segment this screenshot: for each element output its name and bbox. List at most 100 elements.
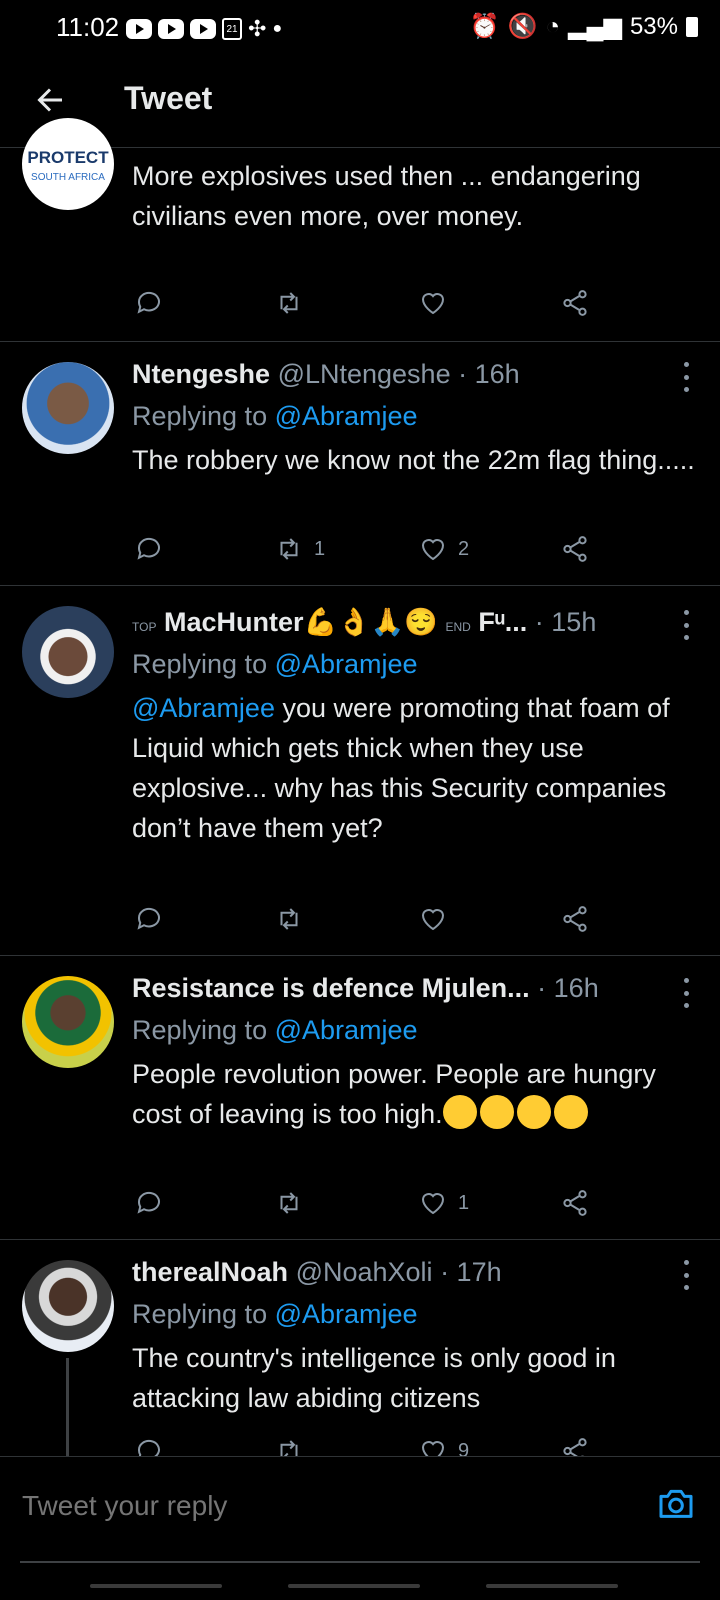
display-name-tail: Fᵘ...	[478, 607, 528, 637]
retweet-button[interactable]	[274, 1436, 304, 1456]
retweet-icon	[280, 1192, 298, 1214]
tweet-actions: 1	[132, 1188, 602, 1224]
status-bar: 11:02 21 ✣ ● ⏰ 🔇 ◔ ▂▄▆ 53%	[0, 0, 720, 56]
heart-icon	[421, 909, 445, 931]
nav-home-handle[interactable]	[288, 1584, 420, 1588]
replying-to-mention[interactable]: @Abramjee	[275, 1015, 418, 1045]
share-icon	[563, 906, 587, 932]
reply-icon	[137, 291, 160, 314]
reply-icon	[137, 1439, 160, 1456]
replying-to-mention[interactable]: @Abramjee	[275, 1299, 418, 1329]
avatar[interactable]	[22, 976, 114, 1068]
reply-button[interactable]	[134, 534, 164, 564]
like-button[interactable]: 9	[418, 1436, 469, 1456]
retweet-icon	[280, 538, 298, 560]
share-icon	[563, 536, 587, 562]
replying-to-label: Replying to	[132, 1015, 268, 1045]
like-button[interactable]	[418, 904, 448, 934]
system-icons: ⏰ 🔇 ◔ ▂▄▆ 53%	[470, 12, 698, 41]
calendar-icon: 21	[222, 18, 242, 40]
reply-button[interactable]	[134, 904, 164, 934]
heart-icon	[421, 539, 445, 561]
alarm-icon: ⏰	[469, 13, 500, 40]
display-name[interactable]: MacHunter💪👌🙏😌	[164, 607, 438, 637]
like-count: 1	[458, 1191, 470, 1214]
tweet[interactable]: PROTECT SOUTH AFRICA More explosives use…	[0, 118, 720, 342]
user-handle[interactable]: @NoahXoli	[296, 1257, 433, 1287]
share-button[interactable]	[560, 1188, 590, 1218]
raised-fist-emoji	[553, 1095, 588, 1129]
top-arrow-emoji: TOP	[132, 620, 157, 634]
like-button[interactable]: 2	[418, 534, 469, 564]
replying-to-label: Replying to	[132, 401, 268, 431]
share-icon	[563, 290, 587, 316]
raised-fist-emoji	[516, 1095, 551, 1129]
top-bar: Tweet	[0, 56, 720, 148]
replying-to: Replying to @Abramjee	[132, 396, 696, 436]
tweet[interactable]: TOP MacHunter💪👌🙏😌 END Fᵘ... · 15h Replyi…	[0, 586, 720, 956]
tweet[interactable]: Ntengeshe @LNtengeshe · 16h Replying to …	[0, 342, 720, 586]
like-button[interactable]: 1	[418, 1188, 469, 1218]
tweet-header: Resistance is defence Mjulen... · 16h	[132, 970, 696, 1006]
retweet-icon	[280, 908, 298, 930]
share-icon	[563, 1438, 587, 1456]
display-name[interactable]: therealNoah	[132, 1257, 288, 1287]
share-icon	[563, 1190, 587, 1216]
user-handle[interactable]: @LNtengeshe	[278, 359, 451, 389]
avatar[interactable]: PROTECT SOUTH AFRICA	[22, 118, 114, 210]
share-button[interactable]	[560, 288, 590, 318]
avatar-logo-text: PROTECT	[27, 148, 109, 167]
share-button[interactable]	[560, 904, 590, 934]
avatar-logo-subtext: SOUTH AFRICA	[31, 172, 105, 183]
reply-input[interactable]	[20, 1477, 524, 1535]
reply-button[interactable]	[134, 1436, 164, 1456]
tweet-header: TOP MacHunter💪👌🙏😌 END Fᵘ... · 15h	[132, 604, 696, 640]
tweet-actions	[132, 288, 602, 324]
like-count: 9	[458, 1439, 470, 1457]
like-count: 2	[458, 537, 470, 560]
avatar[interactable]	[22, 362, 114, 454]
reply-icon	[137, 907, 160, 930]
avatar[interactable]	[22, 1260, 114, 1352]
share-button[interactable]	[560, 534, 590, 564]
raised-fist-emoji	[442, 1095, 477, 1129]
replying-to: Replying to @Abramjee	[132, 1294, 696, 1334]
page-title: Tweet	[124, 80, 213, 116]
retweet-button[interactable]: 1	[274, 534, 325, 564]
back-arrow-icon[interactable]	[32, 82, 68, 118]
avatar[interactable]	[22, 606, 114, 698]
reply-button[interactable]	[134, 1188, 164, 1218]
retweet-button[interactable]	[274, 288, 304, 318]
text-mention[interactable]: @Abramjee	[132, 693, 275, 723]
nav-back-handle[interactable]	[486, 1584, 618, 1588]
heart-icon	[421, 1441, 445, 1456]
tweet[interactable]: Resistance is defence Mjulen... · 16h Re…	[0, 956, 720, 1240]
mute-icon: 🔇	[507, 13, 538, 40]
tweet[interactable]: therealNoah @NoahXoli · 17h Replying to …	[0, 1240, 720, 1456]
replying-to: Replying to @Abramjee	[132, 1010, 696, 1050]
share-button[interactable]	[560, 1436, 590, 1456]
tweet-text: People revolution power. People are hung…	[132, 1054, 696, 1134]
tweet-text: The country's intelligence is only good …	[132, 1343, 616, 1413]
reply-button[interactable]	[134, 288, 164, 318]
replying-to-mention[interactable]: @Abramjee	[275, 401, 418, 431]
youtube-icon	[190, 19, 216, 39]
retweet-button[interactable]	[274, 904, 304, 934]
dot-icon: ●	[272, 20, 283, 37]
display-name[interactable]: Resistance is defence Mjulen...	[132, 973, 530, 1003]
youtube-icon	[158, 19, 184, 39]
display-name[interactable]: Ntengeshe	[132, 359, 270, 389]
like-button[interactable]	[418, 288, 448, 318]
tweet-header: therealNoah @NoahXoli · 17h	[132, 1254, 696, 1290]
tweet-time: · 16h	[537, 973, 599, 1003]
camera-icon[interactable]	[656, 1483, 696, 1523]
slack-icon: ✣	[248, 16, 267, 41]
notification-icons: 21 ✣ ●	[126, 16, 282, 42]
replying-to-mention[interactable]: @Abramjee	[275, 649, 418, 679]
reply-bar	[0, 1456, 720, 1600]
reply-underline	[20, 1561, 700, 1563]
nav-recent-handle[interactable]	[90, 1584, 222, 1588]
end-arrow-emoji: END	[445, 620, 471, 634]
retweet-button[interactable]	[274, 1188, 304, 1218]
tweet-time: · 16h	[458, 359, 520, 389]
